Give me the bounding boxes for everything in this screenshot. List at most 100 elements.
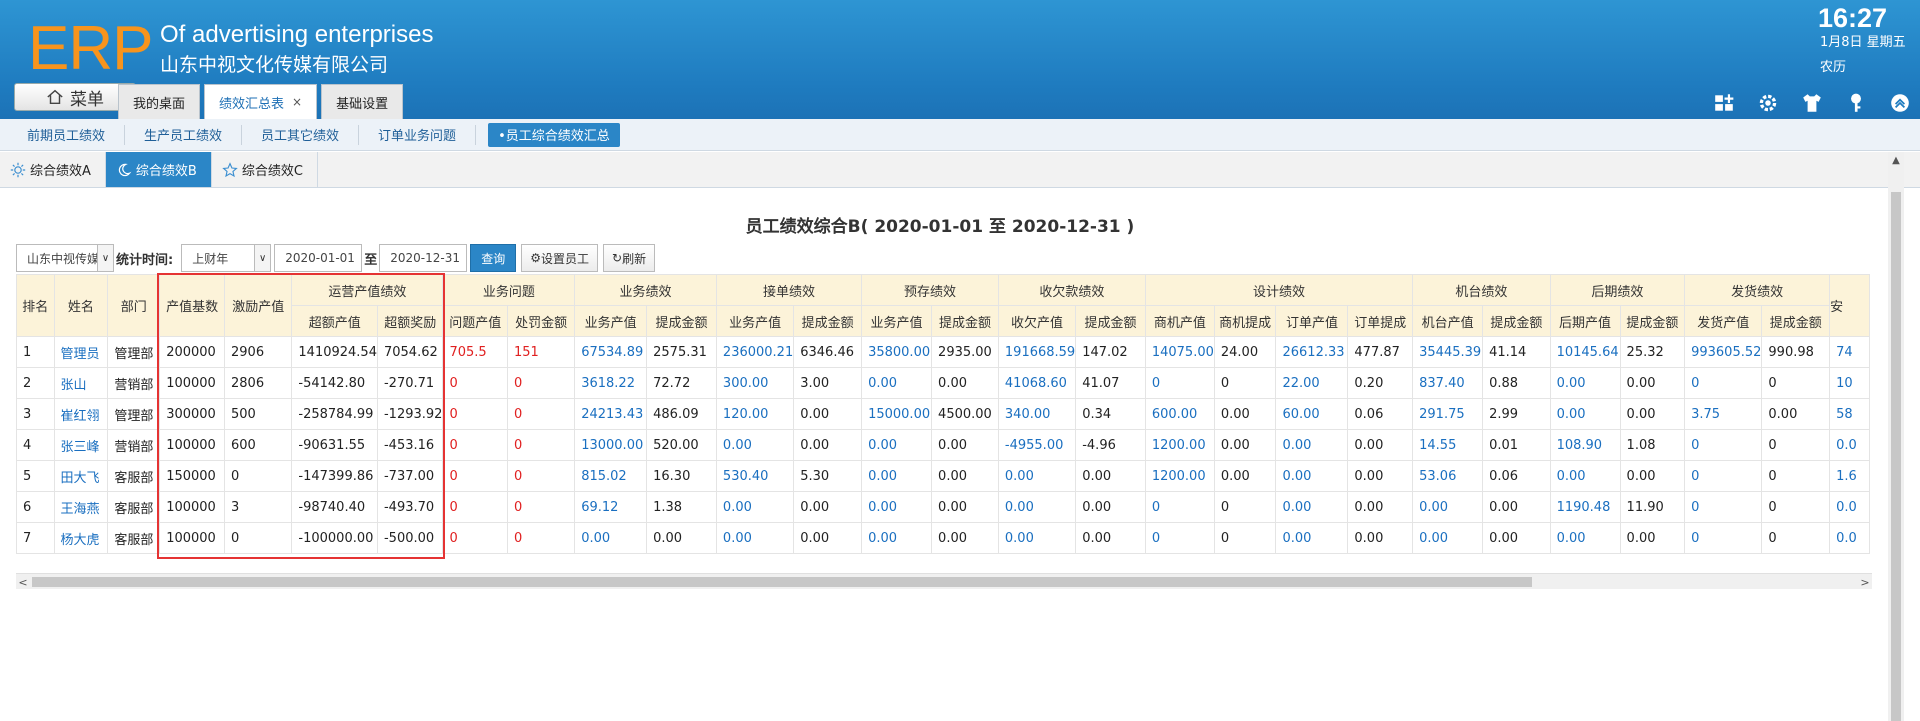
value-link[interactable]: 0.00 [1549,398,1621,430]
value-link[interactable]: 0.00 [861,367,933,399]
column-header[interactable]: 商机产值 [1144,305,1215,337]
company-select[interactable]: 山东中视传媒 ∨ [16,244,114,272]
value-link[interactable]: 291.75 [1412,398,1484,430]
close-icon[interactable]: × [292,95,302,109]
value-link[interactable]: 1200.00 [1144,460,1215,492]
column-header[interactable]: 后期产值 [1549,305,1621,337]
value-link[interactable]: 1.6 [1829,460,1870,492]
grid-add-icon[interactable] [1712,92,1736,114]
value-link[interactable]: 14.55 [1412,429,1484,461]
value-link[interactable]: 0.00 [715,522,795,554]
value-link[interactable]: 3618.22 [574,367,648,399]
value-link[interactable]: 10145.64 [1549,336,1621,368]
subnav-early-performance[interactable]: 前期员工绩效 [8,124,126,145]
column-header[interactable]: 发货产值 [1684,305,1763,337]
column-header[interactable]: 提成金额 [1761,305,1831,337]
value-link[interactable]: 0.00 [861,491,933,523]
value-link[interactable]: 0.00 [861,522,933,554]
value-link[interactable]: 236000.21 [715,336,795,368]
value-link[interactable]: 0.00 [1275,429,1349,461]
employee-name-link[interactable]: 王海燕 [53,491,109,523]
value-link[interactable]: 0 [1684,522,1763,554]
value-link[interactable]: 0.00 [1275,491,1349,523]
vertical-scrollbar[interactable]: ▲ [1888,152,1904,721]
employee-name-link[interactable]: 田大飞 [53,460,109,492]
employee-name-link[interactable]: 管理员 [53,336,109,368]
value-link[interactable]: 300.00 [715,367,795,399]
value-link[interactable]: 26612.33 [1275,336,1349,368]
value-link[interactable]: 0.00 [1275,460,1349,492]
value-link[interactable]: 0 [1684,460,1763,492]
value-link[interactable]: 0.0 [1829,522,1870,554]
value-link[interactable]: 0.00 [1412,522,1484,554]
collapse-up-icon[interactable] [1888,92,1912,114]
column-header[interactable]: 提成金额 [646,305,717,337]
scroll-thumb[interactable] [1891,192,1901,721]
column-header[interactable]: 提成金额 [1482,305,1551,337]
value-link[interactable]: 530.40 [715,460,795,492]
value-link[interactable]: 0.00 [574,522,648,554]
scroll-right-icon[interactable]: > [1858,574,1872,590]
column-header[interactable]: 姓名 [53,274,109,337]
column-header[interactable]: 排名 [16,274,55,337]
value-link[interactable]: 600.00 [1144,398,1215,430]
end-date-input[interactable]: 2020-12-31 [379,244,468,272]
column-header[interactable]: 提成金额 [793,305,863,337]
subnav-other-performance[interactable]: 员工其它绩效 [242,124,360,145]
value-link[interactable]: 58 [1829,398,1870,430]
column-header[interactable]: 部门 [107,274,161,337]
tab-comprehensive-c[interactable]: 综合绩效C [212,152,318,187]
value-link[interactable]: 0.00 [997,522,1077,554]
value-link[interactable]: 35800.00 [861,336,933,368]
tab-comprehensive-a[interactable]: 综合绩效A [0,152,106,187]
column-header[interactable]: 问题产值 [442,305,508,337]
scroll-left-icon[interactable]: < [16,574,30,590]
value-link[interactable]: 1190.48 [1549,491,1621,523]
value-link[interactable]: 67534.89 [574,336,648,368]
value-link[interactable]: 0.00 [997,460,1077,492]
shirt-icon[interactable] [1800,92,1824,114]
value-link[interactable]: 0 [1144,522,1215,554]
value-link[interactable]: 53.06 [1412,460,1484,492]
start-date-input[interactable]: 2020-01-01 [274,244,363,272]
value-link[interactable]: 0.00 [1549,460,1621,492]
value-link[interactable]: 0 [1144,491,1215,523]
tab-performance-summary[interactable]: 绩效汇总表 × [204,84,318,119]
value-link[interactable]: 15000.00 [861,398,933,430]
value-link[interactable]: 0.00 [715,429,795,461]
column-header[interactable]: 提成金额 [1075,305,1146,337]
value-link[interactable]: 120.00 [715,398,795,430]
value-link[interactable]: 0.00 [1412,491,1484,523]
query-button[interactable]: 查询 [470,244,517,272]
value-link[interactable]: 815.02 [574,460,648,492]
value-link[interactable]: 0.00 [997,491,1077,523]
value-link[interactable]: 74 [1829,336,1870,368]
period-select[interactable]: 上财年 ∨ [181,244,272,272]
subnav-production-performance[interactable]: 生产员工绩效 [125,124,243,145]
value-link[interactable]: 837.40 [1412,367,1484,399]
refresh-button[interactable]: ↻ 刷新 [603,244,656,272]
value-link[interactable]: 24213.43 [574,398,648,430]
value-link[interactable]: 0.00 [715,491,795,523]
column-header[interactable]: 业务产值 [574,305,648,337]
employee-name-link[interactable]: 崔红翎 [53,398,109,430]
column-header[interactable]: 业务产值 [861,305,933,337]
value-link[interactable]: 1200.00 [1144,429,1215,461]
value-link[interactable]: 13000.00 [574,429,648,461]
value-link[interactable]: 0.0 [1829,491,1870,523]
value-link[interactable]: 0.0 [1829,429,1870,461]
column-header[interactable]: 安 [1829,274,1870,337]
value-link[interactable]: 108.90 [1549,429,1621,461]
column-header[interactable]: 收欠产值 [997,305,1077,337]
value-link[interactable]: 69.12 [574,491,648,523]
column-header[interactable]: 处罚金额 [506,305,576,337]
gear-icon[interactable] [1756,92,1780,114]
tab-my-desktop[interactable]: 我的桌面 [118,84,201,119]
value-link[interactable]: 10 [1829,367,1870,399]
scroll-up-icon[interactable]: ▲ [1888,152,1904,168]
value-link[interactable]: 340.00 [997,398,1077,430]
value-link[interactable]: 35445.39 [1412,336,1484,368]
column-header[interactable]: 机台产值 [1412,305,1484,337]
employee-name-link[interactable]: 张山 [53,367,109,399]
value-link[interactable]: 0.00 [1549,367,1621,399]
